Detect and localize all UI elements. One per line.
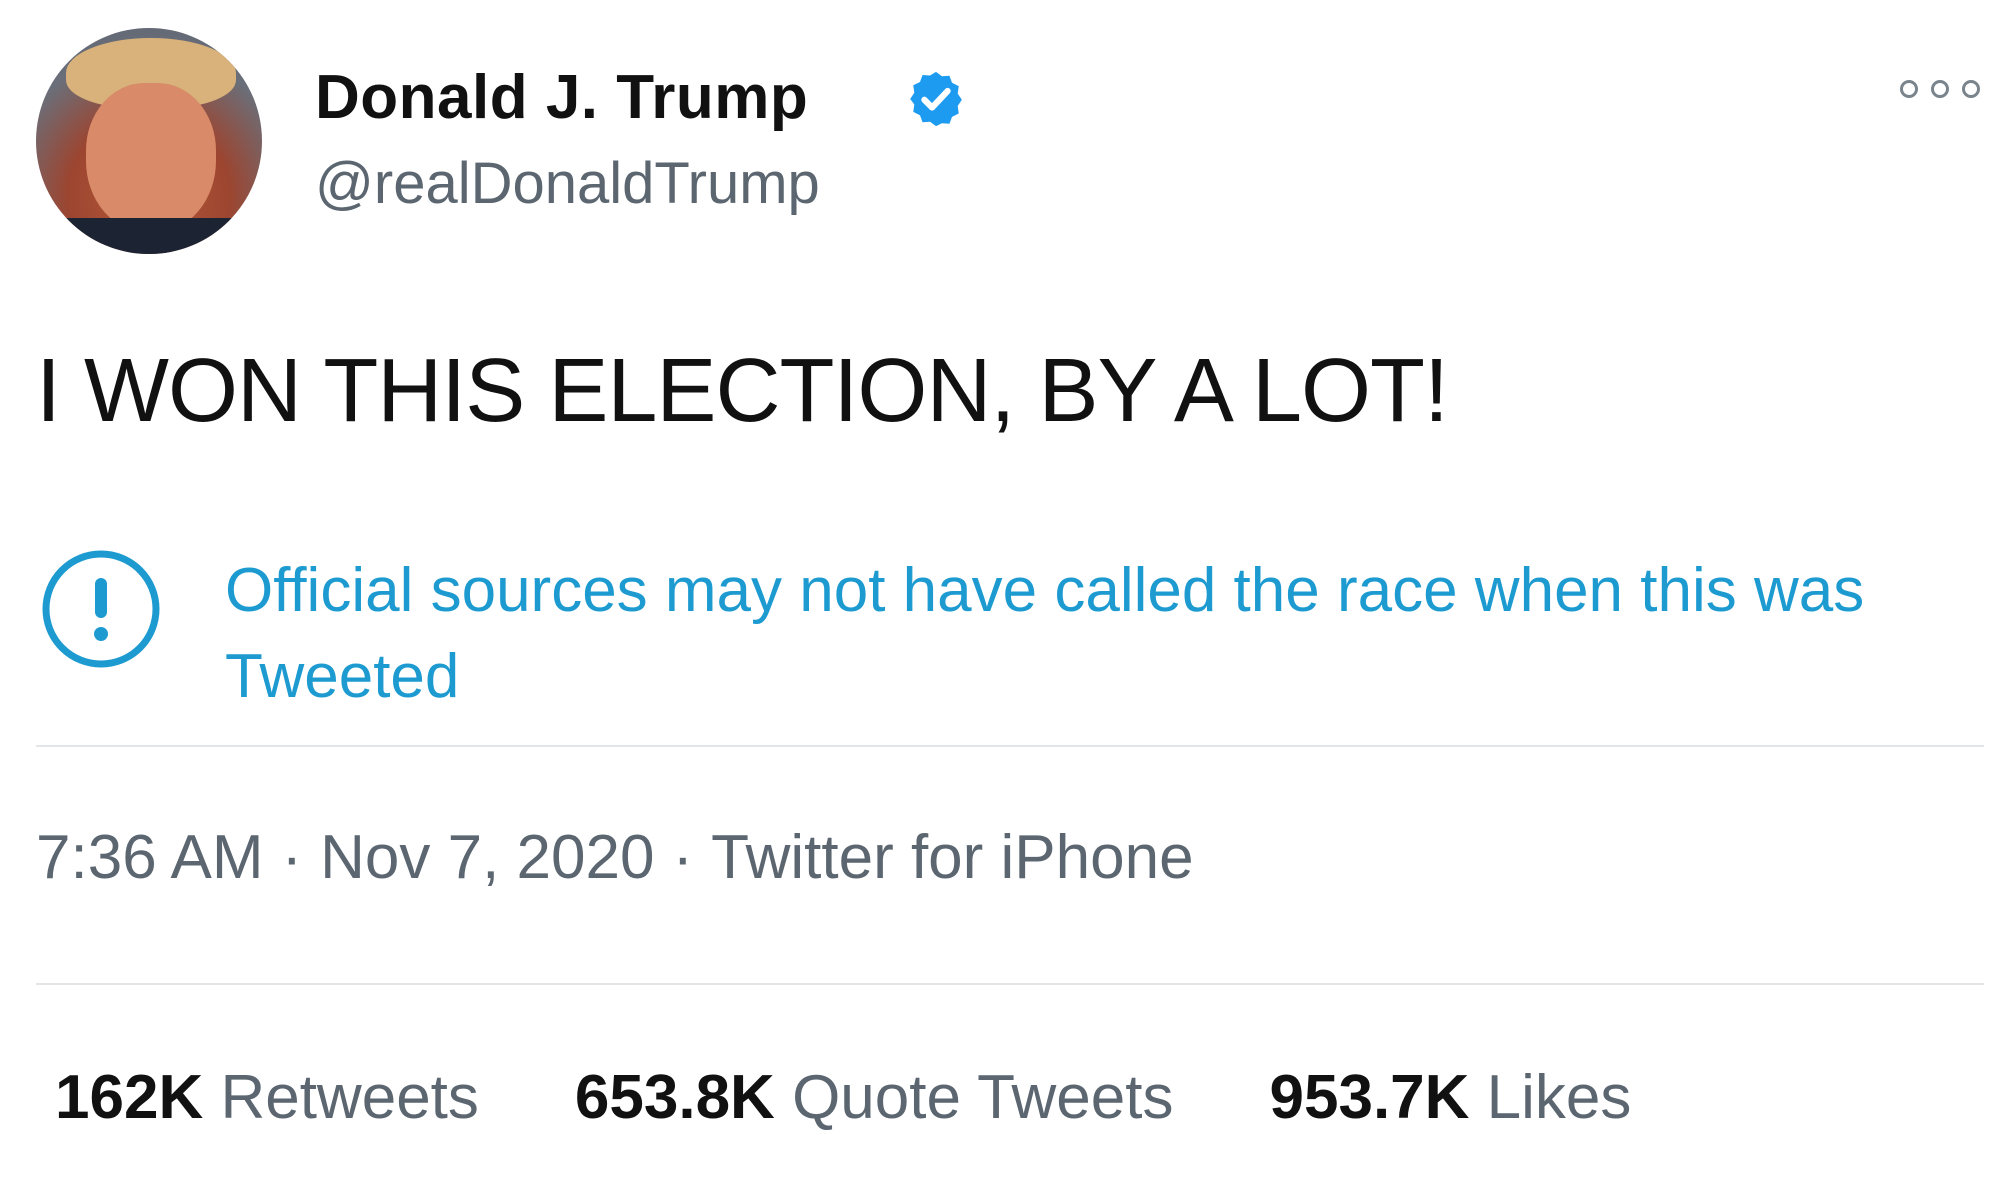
retweets-label: Retweets [220,1063,479,1132]
avatar-face [86,83,216,233]
divider [36,983,1984,985]
likes-label: Likes [1486,1063,1632,1132]
avatar[interactable] [36,28,262,254]
author-display-name[interactable]: Donald J. Trump [315,62,808,133]
more-options-icon[interactable] [1900,78,1980,100]
quote-tweets-count: 653.8K [574,1063,775,1132]
divider [36,745,1984,747]
tweet-card: Donald J. Trump @realDonaldTrump I WON T… [0,0,1998,1183]
more-dot [1962,80,1980,98]
exclamation-circle-icon [42,550,160,668]
likes-stat[interactable]: 953.7K Likes [1270,1062,1632,1133]
avatar-suit [36,218,262,254]
tweet-stats: 162K Retweets 653.8K Quote Tweets 953.7K L… [55,1062,1727,1133]
meta-separator: · [672,823,694,892]
verified-badge-icon [910,71,962,127]
tweet-meta: 7:36 AM · Nov 7, 2020 · Twitter for iPhone [36,822,1194,893]
author-handle[interactable]: @realDonaldTrump [315,150,820,217]
election-notice-link[interactable]: Official sources may not have called the… [225,548,1925,720]
quote-tweets-label: Quote Tweets [792,1063,1174,1132]
tweet-date[interactable]: Nov 7, 2020 [320,823,654,892]
tweet-time[interactable]: 7:36 AM [36,823,263,892]
likes-count: 953.7K [1269,1063,1470,1132]
more-dot [1931,80,1949,98]
tweet-source[interactable]: Twitter for iPhone [711,823,1193,892]
more-dot [1900,80,1918,98]
retweets-stat[interactable]: 162K Retweets [55,1062,479,1133]
quote-tweets-stat[interactable]: 653.8K Quote Tweets [575,1062,1174,1133]
tweet-text: I WON THIS ELECTION, BY A LOT! [36,341,1449,441]
meta-separator: · [281,823,303,892]
retweets-count: 162K [55,1063,204,1132]
